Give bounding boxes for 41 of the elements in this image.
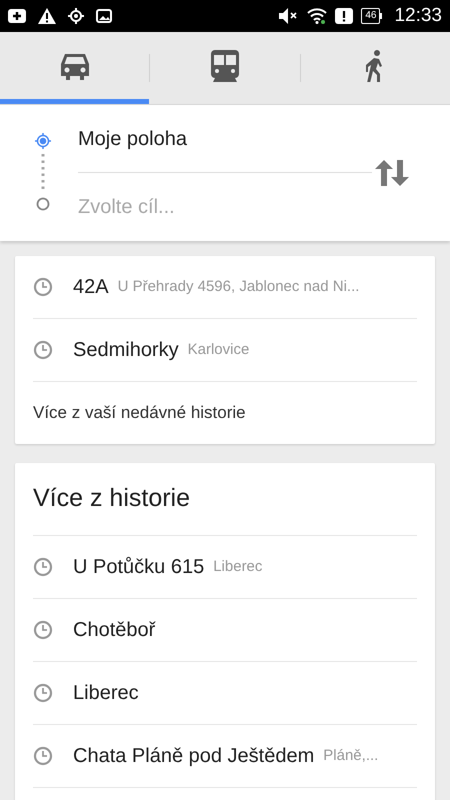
place-address: U Přehrady 4596, Jablonec nad Ni... <box>118 276 360 297</box>
image-icon <box>96 9 112 23</box>
history-item[interactable]: Chotěboř <box>33 599 417 662</box>
clock-icon <box>33 620 53 640</box>
destination-input[interactable]: Zvolte cíl... <box>78 192 338 222</box>
place-name: Chotěboř <box>73 618 156 643</box>
place-name: Chata Pláně pod Ještědem <box>73 744 314 769</box>
clock-icon <box>33 746 53 766</box>
place-name: 42A <box>73 275 109 300</box>
section-heading: Více z historie <box>33 483 190 514</box>
history-item[interactable]: U Potůčku 615 Liberec <box>33 536 417 599</box>
place-name: U Potůčku 615 <box>73 555 204 580</box>
history-item[interactable]: Sedmihorky Karlovice <box>33 319 417 382</box>
clock-icon <box>33 557 53 577</box>
clock-time: 12:33 <box>394 4 442 28</box>
place-name: Sedmihorky <box>73 338 179 363</box>
plus-icon <box>8 9 26 23</box>
bus-icon <box>210 50 239 82</box>
clock-icon <box>33 340 53 360</box>
place-address: Liberec <box>213 556 262 577</box>
history-item[interactable]: Liberec <box>33 662 417 725</box>
mute-icon <box>279 8 300 24</box>
place-address: Pláně,... <box>323 746 378 766</box>
location-icon <box>68 8 84 24</box>
more-history-link[interactable]: Více z vaší nedávné historie <box>33 400 246 426</box>
history-item[interactable]: Chata Pláně pod Ještědem Pláně,... <box>33 725 417 788</box>
warning-icon <box>38 8 56 24</box>
battery-indicator: 46 <box>361 8 382 24</box>
my-location-icon <box>35 133 51 149</box>
destination-icon <box>36 197 50 211</box>
swap-icon <box>375 160 409 186</box>
origin-input[interactable]: Moje poloha <box>78 124 338 154</box>
clock-icon <box>33 683 53 703</box>
clock-icon <box>33 277 53 297</box>
car-icon <box>58 52 91 80</box>
alert-icon <box>335 8 354 24</box>
wifi-icon <box>307 8 328 24</box>
history-item[interactable]: 42A U Přehrady 4596, Jablonec nad Ni... <box>33 256 417 319</box>
place-name: Liberec <box>73 681 139 706</box>
place-address: Karlovice <box>188 340 250 360</box>
origin-field[interactable]: Moje poloha <box>78 105 372 173</box>
